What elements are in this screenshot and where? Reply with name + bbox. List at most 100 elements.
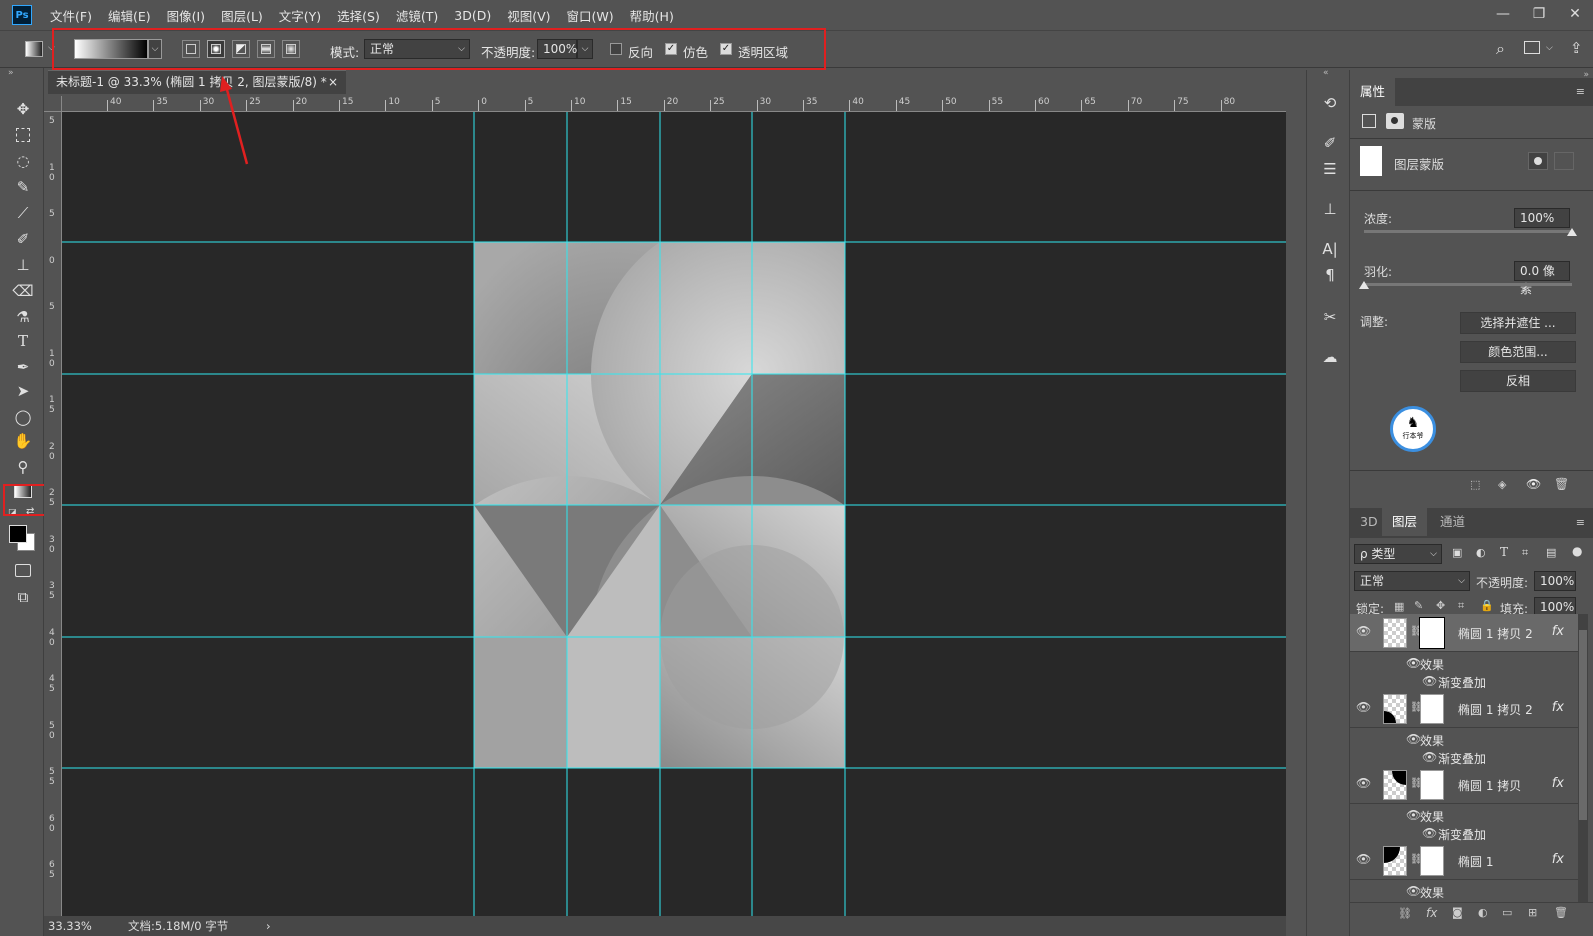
new-group-icon[interactable]: ▭ xyxy=(1502,906,1512,919)
effect-eye-icon[interactable]: 👁 xyxy=(1422,826,1437,840)
type-tool-icon[interactable]: T xyxy=(12,330,34,352)
delete-mask-icon[interactable]: 🗑 xyxy=(1554,477,1569,491)
quick-select-tool-icon[interactable]: ✎ xyxy=(12,176,34,198)
eyedropper-tool-icon[interactable]: ⟋ xyxy=(12,202,34,224)
visibility-eye-icon[interactable]: 👁 xyxy=(1356,624,1371,638)
quick-mask-icon[interactable] xyxy=(12,560,34,582)
layer-filter-select[interactable]: ρ 类型 ⌵ xyxy=(1354,544,1442,564)
filter-smart-icon[interactable]: ▤ xyxy=(1546,546,1556,559)
add-style-icon[interactable]: fx xyxy=(1426,906,1437,920)
history-icon[interactable]: ⟲ xyxy=(1319,92,1341,114)
effect-eye-icon[interactable]: 👁 xyxy=(1406,808,1421,822)
stamp-tool-icon[interactable]: ⊥ xyxy=(12,254,34,276)
layer-mask-thumbnail[interactable] xyxy=(1419,617,1445,649)
document-canvas[interactable] xyxy=(62,112,1286,916)
canvas-area[interactable] xyxy=(62,112,1286,916)
menu-window[interactable]: 窗口(W) xyxy=(559,6,622,25)
filter-adjustment-icon[interactable]: ◐ xyxy=(1476,546,1486,559)
lock-paint-icon[interactable]: ✎ xyxy=(1414,599,1423,612)
select-pixel-mask-button[interactable] xyxy=(1528,152,1548,170)
menu-select[interactable]: 选择(S) xyxy=(329,6,388,25)
pixel-mask-icon[interactable] xyxy=(1362,114,1376,128)
visibility-eye-icon[interactable]: 👁 xyxy=(1356,776,1371,790)
delete-layer-icon[interactable]: 🗑 xyxy=(1554,906,1568,919)
select-vector-mask-button[interactable] xyxy=(1554,152,1574,170)
filter-toggle-icon[interactable]: ● xyxy=(1572,544,1582,558)
menu-3d[interactable]: 3D(D) xyxy=(446,8,499,23)
lock-artboard-icon[interactable]: ⌗ xyxy=(1458,599,1464,613)
tab-layers[interactable]: 图层 xyxy=(1382,508,1428,536)
hand-tool-icon[interactable]: ✋ xyxy=(12,430,34,452)
blend-mode-select[interactable]: 正常 ⌵ xyxy=(1354,571,1470,591)
document-tab[interactable]: 未标题-1 @ 33.3% (椭圆 1 拷贝 2, 图层蒙版/8) * × xyxy=(48,70,346,94)
menu-layer[interactable]: 图层(L) xyxy=(213,6,271,25)
effect-eye-icon[interactable]: 👁 xyxy=(1406,884,1421,898)
close-window-button[interactable]: ✕ xyxy=(1564,4,1586,24)
layers-scrollbar[interactable] xyxy=(1578,614,1588,904)
lasso-tool-icon[interactable]: ◌ xyxy=(12,150,34,172)
close-tab-icon[interactable]: × xyxy=(328,71,338,93)
paint-bucket-tool-icon[interactable]: ⚗ xyxy=(12,306,34,328)
foreground-color-swatch[interactable] xyxy=(9,525,27,543)
fx-icon[interactable]: fx xyxy=(1552,700,1564,715)
feather-input[interactable]: 0.0 像素 xyxy=(1514,261,1570,296)
menu-file[interactable]: 文件(F) xyxy=(42,6,100,25)
visibility-eye-icon[interactable]: 👁 xyxy=(1356,700,1371,714)
marquee-tool-icon[interactable] xyxy=(12,124,34,146)
pen-tool-icon[interactable]: ✒ xyxy=(12,356,34,378)
layer-mask-thumbnail[interactable] xyxy=(1420,770,1444,800)
filter-type-icon[interactable]: T xyxy=(1500,545,1508,559)
fx-icon[interactable]: fx xyxy=(1552,852,1564,867)
ruler-origin[interactable] xyxy=(44,96,62,112)
menu-image[interactable]: 图像(I) xyxy=(159,6,213,25)
effect-eye-icon[interactable]: 👁 xyxy=(1406,656,1421,670)
vector-mask-icon[interactable] xyxy=(1386,113,1404,129)
fx-icon[interactable]: fx xyxy=(1552,624,1564,639)
density-slider-thumb[interactable] xyxy=(1567,228,1577,236)
share-icon[interactable]: ⇪ xyxy=(1570,39,1583,57)
feather-slider-track[interactable] xyxy=(1364,283,1572,286)
new-adjustment-icon[interactable]: ◐ xyxy=(1478,906,1488,919)
visibility-icon[interactable]: 👁 xyxy=(1526,477,1541,491)
menu-help[interactable]: 帮助(H) xyxy=(622,6,682,25)
load-selection-icon[interactable]: ⬚ xyxy=(1470,478,1480,491)
layer-row[interactable]: 👁 ⛓ 椭圆 1 fx xyxy=(1350,842,1578,880)
clone-source-icon[interactable]: ⊥ xyxy=(1319,198,1341,220)
invert-button[interactable]: 反相 xyxy=(1460,370,1576,392)
paragraph-icon[interactable]: ¶ xyxy=(1319,264,1341,286)
apply-mask-icon[interactable]: ◈ xyxy=(1498,478,1506,491)
path-select-tool-icon[interactable]: ➤ xyxy=(12,380,34,402)
filter-shape-icon[interactable]: ⌗ xyxy=(1522,546,1528,560)
add-mask-icon[interactable]: ◙ xyxy=(1452,906,1463,919)
menu-view[interactable]: 视图(V) xyxy=(499,6,558,25)
effect-eye-icon[interactable]: 👁 xyxy=(1406,732,1421,746)
brush-tool-icon[interactable]: ✐ xyxy=(12,228,34,250)
tools-icon[interactable]: ✂ xyxy=(1319,306,1341,328)
panel-menu-icon[interactable]: ≡ xyxy=(1576,85,1585,98)
zoom-level[interactable]: 33.33% xyxy=(48,916,92,936)
layer-row[interactable]: 👁 ⛓ 椭圆 1 拷贝 2 fx xyxy=(1350,690,1578,728)
move-tool-icon[interactable]: ✥ xyxy=(12,98,34,120)
tool-preset-icon[interactable] xyxy=(25,41,43,57)
chevron-down-icon[interactable]: ⌵ xyxy=(1546,43,1553,53)
workspace-icon[interactable] xyxy=(1524,41,1540,54)
minimize-button[interactable]: — xyxy=(1492,4,1514,24)
collapse-icon[interactable]: » xyxy=(8,68,14,78)
lock-transparent-icon[interactable]: ▦ xyxy=(1394,600,1404,613)
effect-eye-icon[interactable]: 👁 xyxy=(1422,674,1437,688)
density-input[interactable]: 100% xyxy=(1514,208,1570,228)
lock-all-icon[interactable]: 🔒 xyxy=(1480,599,1494,612)
menu-type[interactable]: 文字(Y) xyxy=(271,6,329,25)
character-icon[interactable]: A| xyxy=(1319,238,1341,260)
fx-icon[interactable]: fx xyxy=(1552,776,1564,791)
layer-row[interactable]: 👁 ⛓ 椭圆 1 拷贝 fx xyxy=(1350,766,1578,804)
screen-mode-icon[interactable]: ⧉ xyxy=(12,586,34,608)
status-menu-arrow[interactable]: › xyxy=(266,916,271,936)
search-icon[interactable]: ⌕ xyxy=(1496,39,1505,59)
density-slider-track[interactable] xyxy=(1364,230,1572,233)
visibility-eye-icon[interactable]: 👁 xyxy=(1356,852,1371,866)
new-layer-icon[interactable]: ⊞ xyxy=(1528,906,1537,919)
select-and-mask-button[interactable]: 选择并遮住 ... xyxy=(1460,312,1576,334)
panel-menu-icon[interactable]: ≡ xyxy=(1576,516,1585,529)
restore-button[interactable]: ❐ xyxy=(1528,4,1550,24)
